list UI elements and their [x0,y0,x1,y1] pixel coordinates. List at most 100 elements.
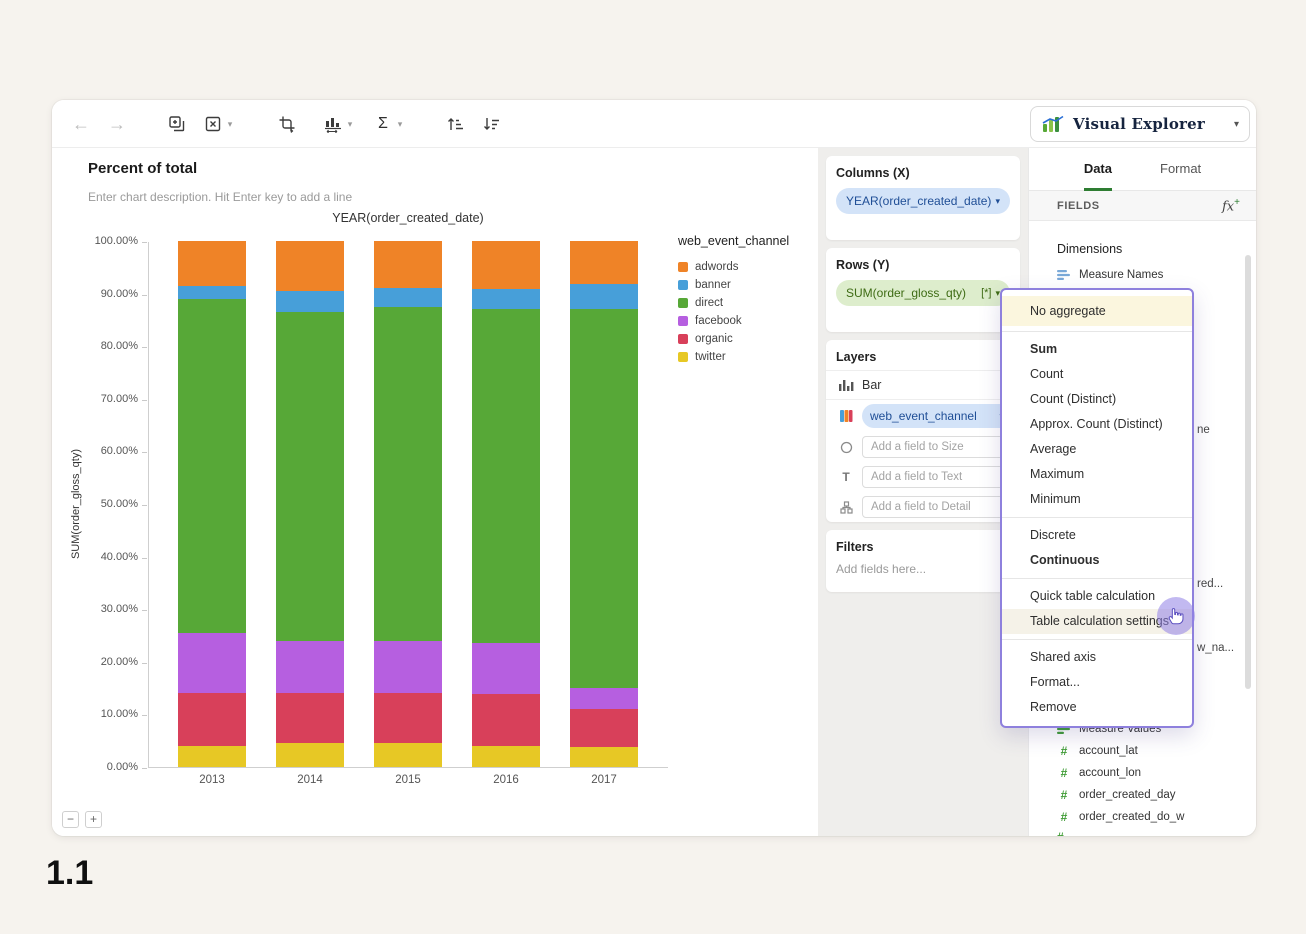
zoom-in-button[interactable]: + [85,811,102,828]
bar-segment-organic[interactable] [178,693,246,746]
bar-segment-facebook[interactable] [178,632,246,694]
bar-segment-adwords[interactable] [276,241,344,291]
menu-item-count[interactable]: Count [1002,362,1192,387]
chart-description-placeholder[interactable]: Enter chart description. Hit Enter key t… [88,190,352,204]
size-field-dropzone[interactable]: Add a field to Size [862,436,1012,458]
bar-segment-adwords[interactable] [472,241,540,290]
legend-swatch [678,352,688,362]
menu-item-discrete[interactable]: Discrete [1002,523,1192,548]
sort-ascending-button[interactable] [442,100,468,148]
clear-chart-button[interactable] [200,100,226,148]
explorer-switcher[interactable]: Visual Explorer ▾ [1030,106,1250,142]
field-item-order-created-day[interactable]: # order_created_day [1057,784,1185,806]
number-icon: # [1060,744,1068,758]
filters-dropzone[interactable]: Add fields here... [836,562,1010,576]
bar-segment-direct[interactable] [570,309,638,689]
legend-item-banner[interactable]: banner [678,276,813,294]
menu-item-continuous[interactable]: Continuous [1002,548,1192,573]
bar-segment-organic[interactable] [570,709,638,748]
legend-item-facebook[interactable]: facebook [678,312,813,330]
menu-item-shared-axis[interactable]: Shared axis [1002,645,1192,670]
aggregate-button[interactable]: Σ [370,100,396,148]
bar-segment-direct[interactable] [178,298,246,633]
bar-segment-banner[interactable] [374,288,442,307]
menu-item-format[interactable]: Format... [1002,670,1192,695]
stacked-bar-2016[interactable] [472,241,540,767]
tab-format[interactable]: Format [1160,148,1201,191]
axis-options-button[interactable] [320,100,346,148]
bar-segment-twitter[interactable] [472,745,540,767]
bar-segment-banner[interactable] [178,285,246,299]
bar-segment-twitter[interactable] [276,743,344,767]
bar-segment-adwords[interactable] [570,241,638,285]
legend-item-twitter[interactable]: twitter [678,348,813,366]
rows-pill-label: SUM(order_gloss_qty) [846,286,967,300]
bar-segment-facebook[interactable] [570,688,638,710]
stacked-bar-2013[interactable] [178,241,246,767]
field-item-measure-names[interactable]: Measure Names [1057,264,1163,286]
menu-item-sum[interactable]: Sum [1002,337,1192,362]
forward-button[interactable]: → [104,100,130,148]
menu-item-quick-table-calculation[interactable]: Quick table calculation [1002,584,1192,609]
bar-segment-organic[interactable] [276,693,344,744]
bar-segment-facebook[interactable] [472,643,540,695]
text-field-dropzone[interactable]: Add a field to Text [862,466,1012,488]
bar-segment-twitter[interactable] [178,745,246,767]
stacked-bar-2014[interactable] [276,241,344,767]
bar-segment-adwords[interactable] [374,241,442,289]
bar-segment-organic[interactable] [374,693,442,744]
bar-segment-direct[interactable] [276,312,344,641]
menu-item-approx-count-distinct[interactable]: Approx. Count (Distinct) [1002,412,1192,437]
field-item-account-lon[interactable]: # account_lon [1057,762,1185,784]
bar-segment-banner[interactable] [570,284,638,310]
add-calculation-button[interactable]: fx+ [1222,197,1240,214]
x-tick-label: 2015 [395,774,421,786]
legend-item-adwords[interactable]: adwords [678,258,813,276]
menu-divider [1002,331,1192,332]
bar-segment-facebook[interactable] [276,640,344,694]
bar-segment-adwords[interactable] [178,241,246,286]
swap-axes-button[interactable] [274,100,300,148]
bar-segment-twitter[interactable] [570,747,638,767]
chevron-down-icon[interactable]: ▾ [224,100,236,148]
menu-item-minimum[interactable]: Minimum [1002,487,1192,512]
menu-item-maximum[interactable]: Maximum [1002,462,1192,487]
menu-item-table-calculation-settings[interactable]: Table calculation settings [1002,609,1192,634]
scrollbar-thumb[interactable] [1245,255,1251,689]
sort-descending-button[interactable] [478,100,504,148]
bar-segment-twitter[interactable] [374,743,442,767]
chevron-down-icon: ▾ [995,195,1000,206]
bar-segment-direct[interactable] [374,306,442,641]
mark-type-row[interactable]: Bar [826,370,1020,400]
duplicate-chart-button[interactable] [164,100,190,148]
zoom-out-button[interactable]: − [62,811,79,828]
field-item-account-lat[interactable]: # account_lat [1057,740,1185,762]
rows-pill[interactable]: SUM(order_gloss_qty) [*] ▾ [836,280,1010,306]
legend-item-organic[interactable]: organic [678,330,813,348]
bar-segment-organic[interactable] [472,694,540,746]
bar-segment-facebook[interactable] [374,640,442,694]
stacked-bar-2017[interactable] [570,241,638,767]
chevron-down-icon[interactable]: ▾ [344,100,356,148]
fields-header: FIELDS [1057,199,1100,212]
bar-segment-banner[interactable] [276,291,344,313]
tab-data[interactable]: Data [1083,148,1112,191]
bar-segment-direct[interactable] [472,309,540,644]
stacked-bar-2015[interactable] [374,241,442,767]
legend-item-direct[interactable]: direct [678,294,813,312]
y-tick-label: 60.00% [100,445,138,458]
occluded-field-fragment: w_na... [1197,642,1235,654]
menu-item-remove[interactable]: Remove [1002,695,1192,720]
menu-item-no-aggregate[interactable]: No aggregate [1002,296,1192,326]
color-field-pill[interactable]: web_event_channel ▾ [862,404,1012,428]
x-tick-label: 2016 [493,774,519,786]
columns-pill[interactable]: YEAR(order_created_date) ▾ [836,188,1010,214]
detail-field-dropzone[interactable]: Add a field to Detail [862,496,1012,518]
field-item-order-created-do-w[interactable]: # order_created_do_w [1057,806,1185,828]
chart-title[interactable]: Percent of total [88,160,197,177]
bar-segment-banner[interactable] [472,289,540,310]
back-button[interactable]: ← [68,100,94,148]
menu-item-count-distinct[interactable]: Count (Distinct) [1002,387,1192,412]
menu-item-average[interactable]: Average [1002,437,1192,462]
chevron-down-icon[interactable]: ▾ [394,100,406,148]
